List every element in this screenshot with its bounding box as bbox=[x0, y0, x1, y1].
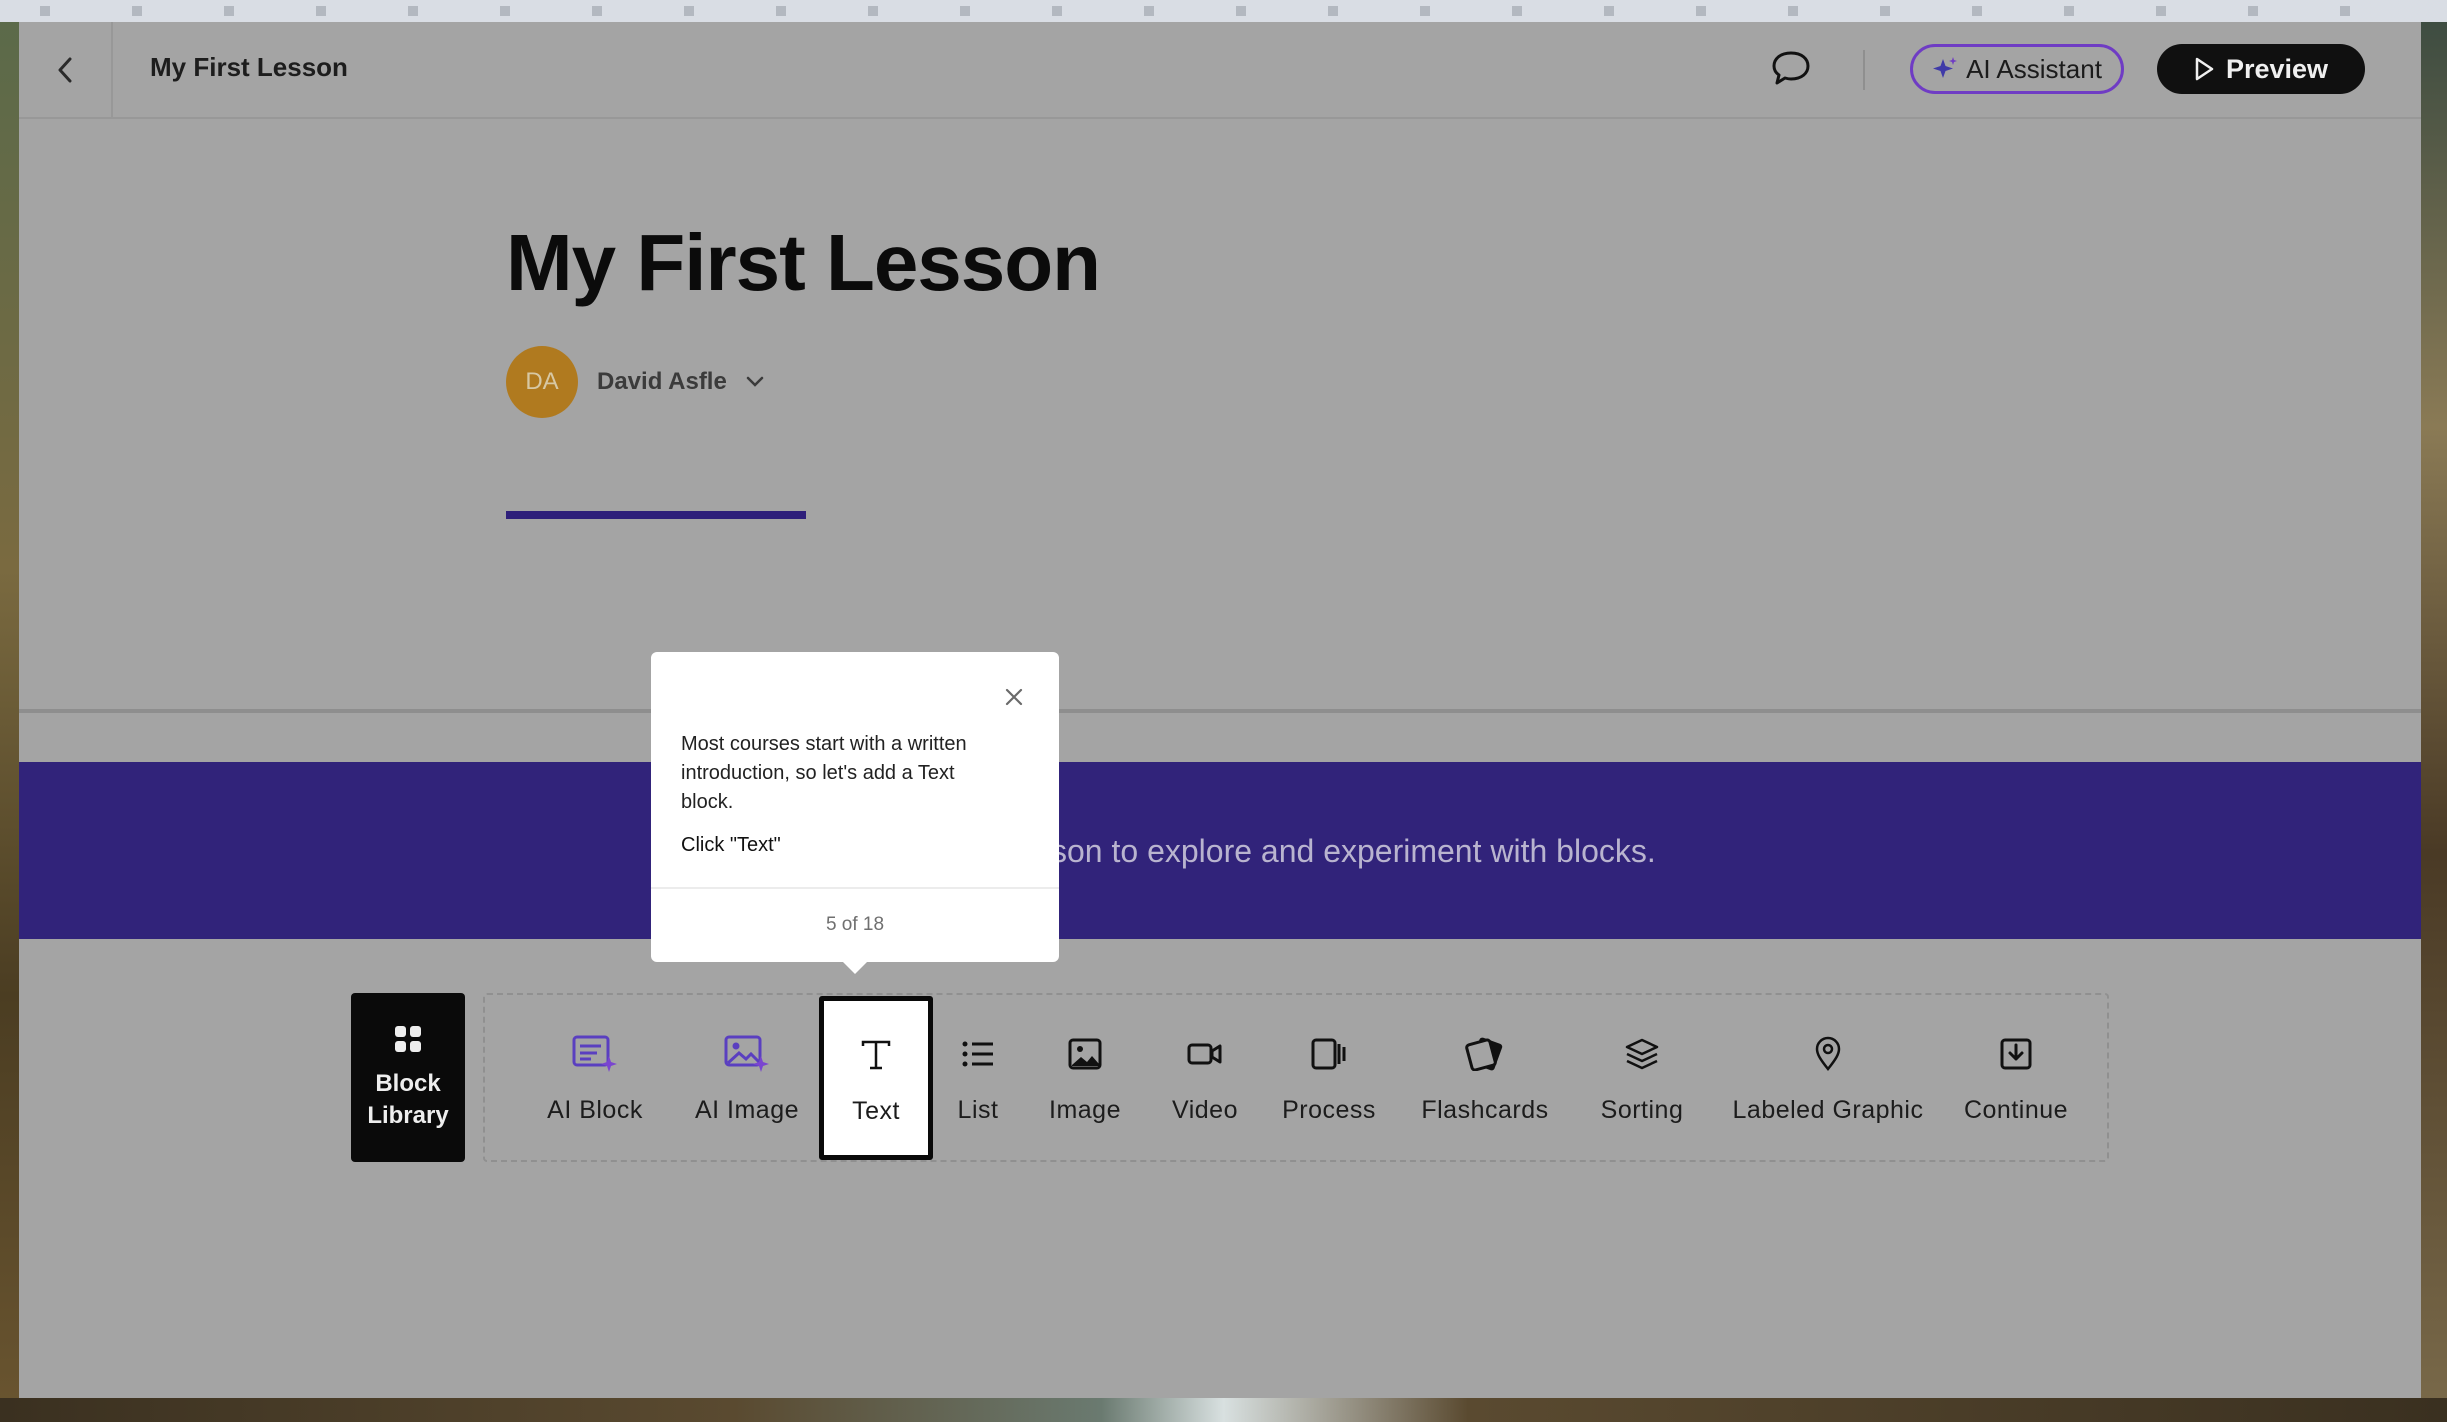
preview-label: Preview bbox=[2225, 53, 2329, 84]
title-underline bbox=[506, 511, 806, 519]
map-pin-icon bbox=[1804, 1030, 1852, 1078]
onboarding-tooltip: Most courses start with a written introd… bbox=[651, 652, 1059, 974]
comments-button[interactable] bbox=[1769, 48, 1813, 88]
continue-icon bbox=[1992, 1030, 2040, 1078]
layers-icon bbox=[1618, 1030, 1666, 1078]
tooltip-pointer bbox=[839, 958, 871, 974]
block-labeled-graphic[interactable]: Labeled Graphic bbox=[1725, 995, 1931, 1160]
close-button[interactable] bbox=[999, 682, 1029, 712]
close-icon bbox=[1005, 688, 1023, 706]
block-label: List bbox=[957, 1096, 999, 1124]
image-icon bbox=[1061, 1030, 1109, 1078]
quick-insert-blocks: AI Block AI Image Text List Image Video … bbox=[483, 993, 2109, 1162]
play-icon bbox=[2195, 57, 2214, 81]
section-divider bbox=[19, 709, 2421, 713]
block-image[interactable]: Image bbox=[1031, 995, 1139, 1160]
grid-icon bbox=[395, 1025, 421, 1052]
block-label: Image bbox=[1049, 1096, 1121, 1124]
process-icon bbox=[1305, 1030, 1353, 1078]
lesson-editor: My First Lesson AI Assistant Preview My … bbox=[19, 22, 2421, 1398]
block-label: Process bbox=[1282, 1096, 1376, 1124]
block-list[interactable]: List bbox=[937, 995, 1019, 1160]
divider bbox=[1863, 50, 1865, 90]
ai-assistant-label: AI Assistant bbox=[1966, 53, 2102, 84]
divider bbox=[651, 887, 1059, 889]
block-label: Labeled Graphic bbox=[1732, 1096, 1924, 1124]
tooltip-instruction: Click "Text" bbox=[681, 834, 781, 856]
top-bar: My First Lesson AI Assistant Preview bbox=[19, 22, 2421, 119]
desktop-wallpaper-bottom bbox=[0, 1398, 2447, 1422]
block-label: Video bbox=[1172, 1096, 1238, 1124]
preview-button[interactable]: Preview bbox=[2157, 44, 2365, 94]
block-flashcards[interactable]: Flashcards bbox=[1415, 995, 1555, 1160]
block-continue[interactable]: Continue bbox=[1949, 995, 2083, 1160]
author-name: David Asfle bbox=[597, 368, 727, 395]
block-label: AI Image bbox=[694, 1096, 800, 1124]
block-label: AI Block bbox=[547, 1096, 643, 1124]
block-sorting[interactable]: Sorting bbox=[1577, 995, 1707, 1160]
tour-step-counter: 5 of 18 bbox=[825, 914, 885, 935]
tooltip-message: Most courses start with a written introd… bbox=[681, 733, 967, 813]
lesson-title[interactable]: My First Lesson bbox=[506, 217, 1101, 309]
block-label: Sorting bbox=[1600, 1096, 1684, 1124]
speech-bubble-icon bbox=[1772, 51, 1810, 85]
flashcards-icon bbox=[1461, 1030, 1509, 1078]
browser-bookmarks-bar bbox=[0, 0, 2447, 22]
banner-text: son to explore and experiment with block… bbox=[1051, 833, 1656, 869]
block-ai-image[interactable]: AI Image bbox=[677, 995, 817, 1160]
video-icon bbox=[1181, 1030, 1229, 1078]
ai-block-icon bbox=[571, 1030, 619, 1078]
ai-assistant-button[interactable]: AI Assistant bbox=[1910, 44, 2124, 94]
block-library-label: Block Library bbox=[367, 1069, 449, 1129]
block-library-button[interactable]: Block Library bbox=[351, 993, 465, 1162]
block-label: Flashcards bbox=[1421, 1096, 1549, 1124]
block-ai-block[interactable]: AI Block bbox=[525, 995, 665, 1160]
block-video[interactable]: Video bbox=[1155, 995, 1255, 1160]
back-button[interactable] bbox=[19, 22, 113, 117]
avatar: DA bbox=[506, 346, 578, 418]
block-label: Text bbox=[852, 1096, 900, 1125]
author-selector[interactable]: DA David Asfle bbox=[506, 346, 764, 418]
desktop-wallpaper-left bbox=[0, 0, 19, 1422]
ai-image-icon bbox=[723, 1030, 771, 1078]
block-process[interactable]: Process bbox=[1269, 995, 1389, 1160]
block-text[interactable]: Text bbox=[819, 996, 933, 1160]
chevron-left-icon bbox=[58, 57, 72, 82]
page-title: My First Lesson bbox=[150, 52, 348, 82]
chevron-down-icon bbox=[746, 376, 764, 387]
sparkle-icon bbox=[1933, 57, 1958, 78]
text-icon bbox=[852, 1031, 900, 1079]
desktop-wallpaper-right bbox=[2420, 0, 2447, 1422]
list-icon bbox=[954, 1030, 1002, 1078]
block-label: Continue bbox=[1963, 1096, 2069, 1124]
